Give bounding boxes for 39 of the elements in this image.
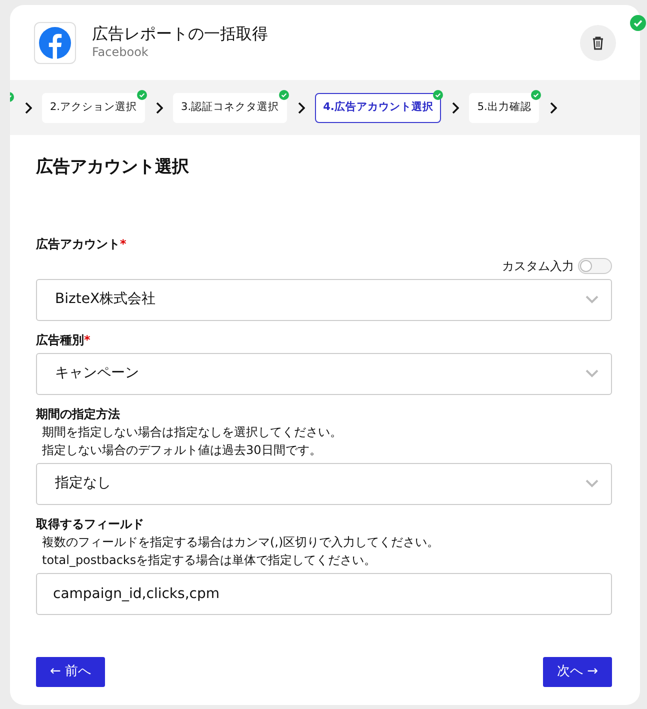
page-title: 広告レポートの一括取得 [92,24,269,44]
select-field[interactable]: キャンペーン [36,352,612,394]
chevron-down-icon [585,295,599,304]
help-text: 指定しない場合のデフォルト値は過去30日間です。 [42,442,322,458]
delete-button[interactable] [580,24,616,60]
step-tab[interactable]: 2.アクション選択 [42,92,146,122]
select-value: 指定なし [55,474,111,493]
text-field[interactable]: campaign_id,clicks,cpm [36,572,612,614]
chevron-right-icon [549,102,558,114]
required-mark: * [84,332,90,348]
next-button[interactable]: 次へ → [542,657,612,687]
step-tab[interactable]: 3.認証コネクタ選択 [173,92,288,122]
chevron-right-icon [451,102,460,114]
chevron-down-icon [585,369,599,378]
help-text: 複数のフィールドを指定する場合はカンマ(,)区切りで入力してください。 [42,534,440,550]
back-button[interactable]: ← 前へ [36,657,106,687]
field-label: 広告種別 [36,332,84,348]
select-value: キャンペーン [55,364,139,383]
chevron-right-icon [24,102,32,114]
chevron-right-icon [297,102,306,114]
field-label: 期間の指定方法 [36,406,120,422]
select-field[interactable]: 指定なし [36,462,612,504]
select-value: BizteX株式会社 [55,290,156,309]
required-mark: * [120,236,126,252]
chevron-down-icon [585,479,599,488]
logo-icon [34,22,76,64]
chevron-right-icon [155,102,164,114]
help-text: 期間を指定しない場合は指定なしを選択してください。 [42,424,343,440]
help-text: total_postbacksを指定する場合は単体で指定してください。 [42,552,378,568]
toggle-switch[interactable] [578,258,612,274]
trash-icon [592,36,604,50]
step-tab[interactable]: 5.出力確認 [469,92,540,122]
field-label: 広告アカウント [36,236,120,252]
toggle-label: カスタム入力 [502,258,574,274]
section-title: 広告アカウント選択 [36,156,190,179]
field-label: 取得するフィールド [36,516,144,532]
page-subtitle: Facebook [92,44,150,62]
step-tab[interactable]: 4.広告アカウント選択 [315,92,442,122]
select-field[interactable]: BizteX株式会社 [36,278,612,320]
